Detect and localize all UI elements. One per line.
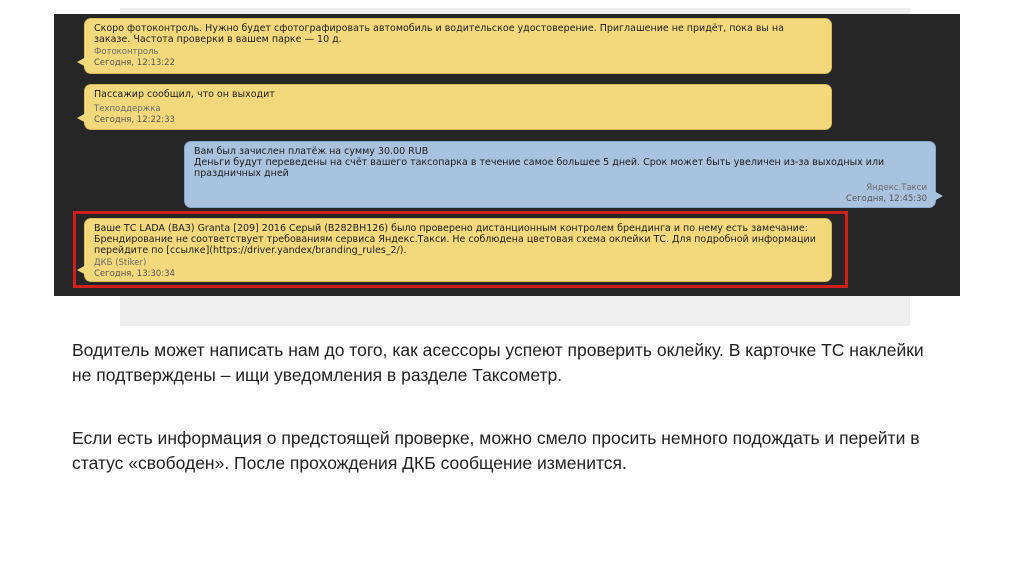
- message-text-line2: Деньги будут переведены на счёт вашего т…: [194, 157, 885, 179]
- message-support: Пассажир сообщил, что он выходит Техподд…: [77, 84, 832, 130]
- message-sender: Яндекс.Такси: [866, 183, 927, 193]
- message-text: Скоро фотоконтроль. Нужно будет сфотогра…: [94, 23, 784, 45]
- caption-paragraph-2: Если есть информация о предстоящей прове…: [72, 428, 920, 473]
- message-text-line1: Вам был зачислен платёж на сумму 30.00 R…: [194, 146, 429, 157]
- message-text: Пассажир сообщил, что он выходит: [94, 89, 275, 100]
- message-sender: Фотоконтроль: [94, 47, 159, 57]
- highlight-frame: [73, 211, 848, 288]
- chat-screenshot: Скоро фотоконтроль. Нужно будет сфотогра…: [54, 14, 960, 296]
- message-payment: Вам был зачислен платёж на сумму 30.00 R…: [184, 141, 943, 208]
- message-photocontrol: Скоро фотоконтроль. Нужно будет сфотогра…: [77, 18, 832, 74]
- message-time: Сегодня, 12:13:22: [94, 58, 175, 68]
- message-time: Сегодня, 12:45:30: [846, 194, 927, 204]
- message-time: Сегодня, 12:22:33: [94, 115, 175, 125]
- message-sender: Техподдержка: [94, 104, 161, 114]
- caption-paragraph-1: Водитель может написать нам до того, как…: [72, 340, 924, 385]
